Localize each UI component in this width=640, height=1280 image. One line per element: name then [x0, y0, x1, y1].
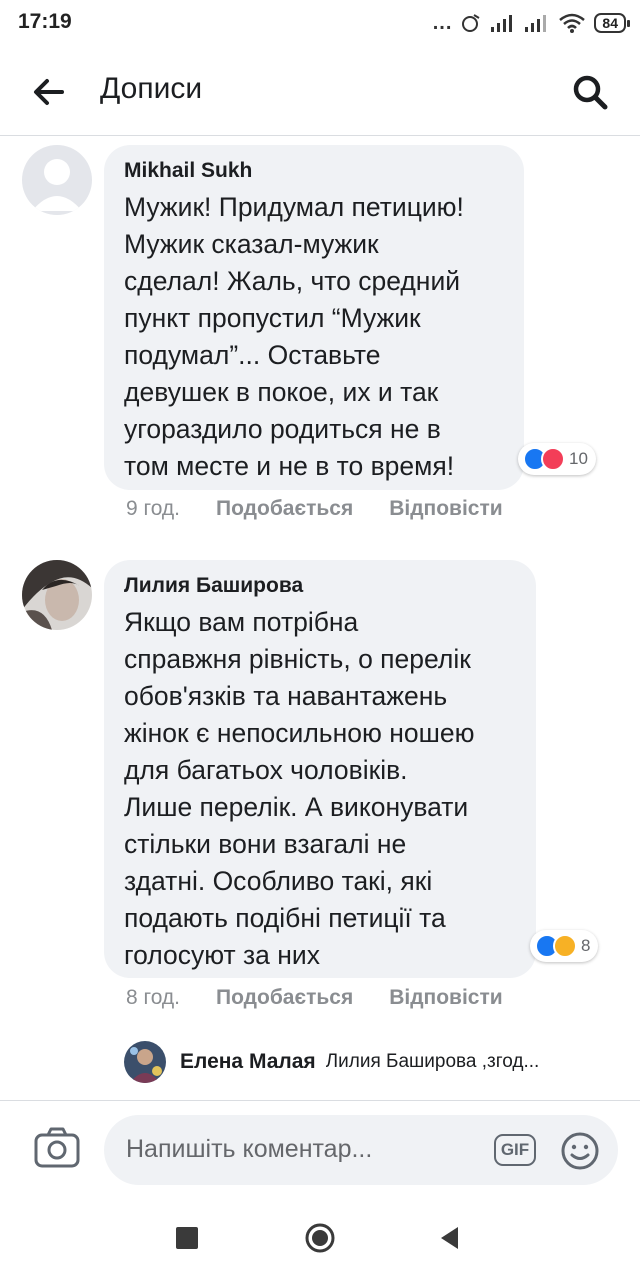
reaction-summary[interactable]: 8 [530, 930, 599, 962]
comment-actions: 8 год. Подобається Відповісти [126, 986, 539, 1010]
status-icons: ... 84 [432, 10, 630, 36]
system-nav-bar [0, 1196, 640, 1280]
gif-button[interactable]: GIF [494, 1134, 536, 1166]
reply-text: Лилия Баширова ,згод... [325, 1051, 540, 1072]
avatar [124, 1041, 166, 1083]
status-time: 17:19 [18, 10, 72, 33]
user-photo-avatar [124, 1041, 166, 1083]
default-avatar-icon [22, 145, 92, 215]
notification-dots: ... [432, 12, 453, 34]
comment-text: Якщо вам потрібна справжня рівність, о п… [124, 607, 475, 970]
camera-icon[interactable] [34, 1127, 80, 1169]
comment-author[interactable]: Mikhail Sukh [124, 159, 504, 183]
wifi-icon [559, 13, 586, 33]
comment-input-placeholder: Напишіть коментар... [126, 1135, 373, 1163]
comment-composer: Напишіть коментар... GIF [0, 1100, 640, 1196]
comment-actions: 9 год. Подобається Відповісти [126, 497, 539, 521]
haha-reaction-icon [553, 934, 577, 958]
signal-icon-1 [491, 15, 513, 32]
page-title: Дописи [100, 72, 203, 105]
comment-bubble[interactable]: Лилия Баширова Якщо вам потрібна справжн… [104, 560, 536, 978]
smiley-icon[interactable] [560, 1131, 600, 1171]
home-icon[interactable] [304, 1222, 336, 1254]
arrow-left-icon[interactable] [30, 74, 66, 110]
avatar[interactable] [22, 145, 92, 215]
avatar[interactable] [22, 560, 92, 630]
reply-button[interactable]: Відповісти [389, 497, 502, 521]
battery-indicator: 84 [594, 13, 630, 33]
search-icon[interactable] [570, 72, 610, 112]
app-header: Дописи [0, 46, 640, 136]
love-reaction-icon [541, 447, 565, 471]
comment-time[interactable]: 8 год. [126, 986, 180, 1010]
reaction-count: 8 [581, 936, 591, 955]
comment-author[interactable]: Лилия Баширова [124, 574, 516, 598]
like-button[interactable]: Подобається [216, 497, 353, 521]
comment-bubble[interactable]: Mikhail Sukh Мужик! Придумал петицию! Му… [104, 145, 524, 490]
status-bar: 17:19 ... 84 [0, 0, 640, 46]
reply-preview[interactable]: Елена Малая Лилия Баширова ,згод... [124, 1040, 624, 1084]
comment-text: Мужик! Придумал петицию! Мужик сказал-му… [124, 192, 464, 481]
recent-apps-icon[interactable] [176, 1227, 198, 1249]
reply-author: Елена Малая [180, 1050, 316, 1073]
alarm-icon [462, 14, 480, 32]
user-photo-avatar [22, 560, 92, 630]
comment-input[interactable]: Напишіть коментар... GIF [104, 1115, 618, 1185]
back-triangle-icon[interactable] [436, 1224, 464, 1252]
reaction-summary[interactable]: 10 [518, 443, 596, 475]
like-button[interactable]: Подобається [216, 986, 353, 1010]
signal-icon-2 [525, 15, 547, 32]
reaction-count: 10 [569, 449, 588, 468]
reply-button[interactable]: Відповісти [389, 986, 502, 1010]
comment-time[interactable]: 9 год. [126, 497, 180, 521]
